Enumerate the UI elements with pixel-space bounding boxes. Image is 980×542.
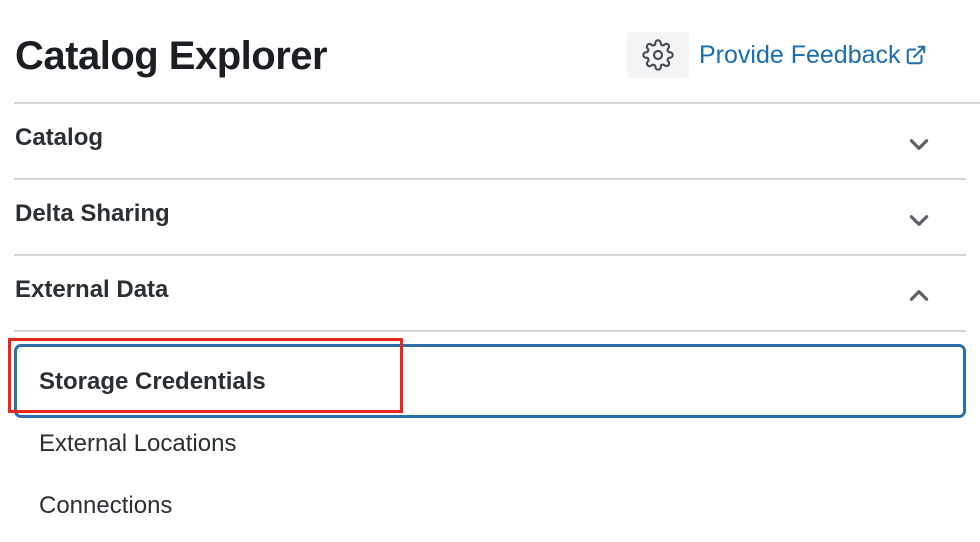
chevron-down-icon bbox=[909, 139, 929, 150]
chevron-down-icon bbox=[909, 215, 929, 226]
section-external-data[interactable]: External Data bbox=[14, 256, 966, 332]
search-input[interactable] bbox=[370, 32, 626, 78]
header: Catalog Explorer Provide Feedback bbox=[0, 0, 980, 104]
provide-feedback-label: Provide Feedback bbox=[699, 41, 901, 69]
nav-item-label: Connections bbox=[39, 492, 173, 519]
section-catalog[interactable]: Catalog bbox=[14, 104, 966, 180]
section-label: External Data bbox=[15, 276, 169, 303]
settings-button[interactable] bbox=[627, 32, 689, 78]
nav-item-label: Storage Credentials bbox=[39, 368, 266, 395]
section-delta-sharing[interactable]: Delta Sharing bbox=[14, 180, 966, 256]
external-link-icon bbox=[906, 45, 925, 65]
nav-item-storage-credentials[interactable]: Storage Credentials bbox=[14, 344, 966, 418]
divider bbox=[14, 330, 966, 332]
page-title: Catalog Explorer bbox=[15, 34, 328, 78]
nav-item-label: External Locations bbox=[39, 430, 237, 457]
gear-icon bbox=[642, 39, 674, 71]
chevron-up-icon bbox=[909, 290, 929, 301]
section-label: Catalog bbox=[15, 124, 104, 151]
provide-feedback-link[interactable]: Provide Feedback bbox=[699, 38, 927, 72]
nav-item-external-locations[interactable]: External Locations bbox=[14, 426, 966, 466]
section-label: Delta Sharing bbox=[15, 200, 170, 227]
nav-item-connections[interactable]: Connections bbox=[14, 488, 966, 528]
